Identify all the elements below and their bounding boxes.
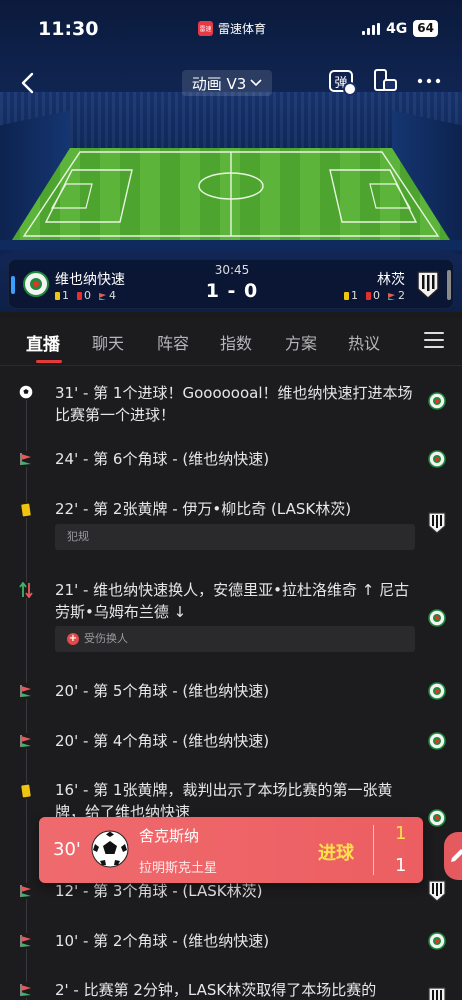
stadium-animation-header: 11:30 雷速 雷速体育 4G 64 动画 V3 弹 维也纳快速 1 0 4 … [0,0,462,312]
app-badge: 雷速 雷速体育 [198,20,266,37]
event-text: 10' - 第 2个角球 - (维也纳快速) [55,932,270,950]
away-team-logo-icon [428,512,446,534]
goal-notification-toast[interactable]: 30' 舍克斯纳 拉明斯克土星 进球 1 1 [39,817,423,883]
goal-minute: 30' [53,839,81,860]
pencil-icon [451,849,462,862]
corner-flag-icon [18,683,34,699]
event-text: 2' - 比赛第 2分钟，LASK林茨取得了本场比赛的 [55,981,377,999]
floating-edit-button[interactable] [444,832,462,880]
away-team-logo-icon [417,271,439,299]
corner-flag-icon [18,933,34,949]
event-text: 22' - 第 2张黄牌 - 伊万•柳比奇 (LASK林茨) [55,500,352,518]
tab-live[interactable]: 直播 [26,330,60,355]
toast-divider [373,825,374,875]
animation-version-label: 动画 V3 [191,74,247,93]
home-team-logo-icon [428,450,446,468]
football-pitch [0,140,462,250]
corner-flag-icon [18,883,34,899]
event-text: 12' - 第 3个角球 - (LASK林茨) [55,882,263,900]
goal-scorer: 舍克斯纳 [139,827,200,845]
live-event-timeline[interactable]: 31' - 第 1个进球！Gooooooal！维也纳快速打进本场比赛第一个进球！… [0,366,462,1000]
away-team-logo-icon [428,880,446,902]
event-text: 20' - 第 5个角球 - (维也纳快速) [55,682,270,700]
system-icons: 4G 64 [362,20,438,37]
red-card-icon [366,291,371,300]
away-corner-count: 2 [398,289,405,302]
status-bar: 11:30 雷速 雷速体育 4G 64 [0,0,462,54]
away-red-count: 0 [373,289,380,302]
yellow-card-icon [344,291,349,300]
goal-team: 拉明斯克土星 [139,861,218,876]
event-note: + 受伤换人 [55,626,415,652]
tab-hot-discussion[interactable]: 热议 [348,330,380,354]
screen-rotate-icon [374,69,397,91]
nav-actions: 弹 [328,68,442,96]
home-team-logo-icon [428,732,446,750]
tab-chat[interactable]: 聊天 [92,330,124,354]
tab-bar: 直播 聊天 阵容 指数 方案 热议 [0,318,462,366]
home-team-logo-icon [428,809,446,827]
substitution-icon [18,582,34,598]
more-options-button[interactable] [416,68,442,94]
chevron-down-icon [250,79,262,87]
goal-ball-icon [18,384,34,400]
corner-flag-icon [388,292,395,300]
more-dots-icon [417,78,441,84]
app-name: 雷速体育 [218,22,267,36]
back-icon[interactable] [18,70,38,96]
soccer-ball-icon [91,830,129,868]
signal-icon [362,22,381,35]
animation-version-select[interactable]: 动画 V3 [182,70,272,96]
event-text: 24' - 第 6个角球 - (维也纳快速) [55,450,270,468]
event-note-text: 受伤换人 [84,632,128,645]
goal-label: 进球 [318,843,354,864]
toast-score-top: 1 [395,823,407,844]
danmu-icon: 弹 [329,70,357,96]
event-text: 21' - 维也纳快速换人，安德里亚•拉杜洛维奇 ↑ 尼古劳斯•乌姆布兰德 ↓ [55,581,410,621]
yellow-card-icon [18,502,34,518]
active-tab-indicator [36,360,62,363]
injury-icon: + [67,633,79,645]
away-yellow-count: 1 [351,289,358,302]
event-note-text: 犯规 [67,530,89,543]
home-team-logo-icon [428,682,446,700]
app-logo: 雷速 [198,21,213,36]
match-scorebar[interactable]: 维也纳快速 1 0 4 30:45 1 - 0 林茨 1 0 2 [8,259,454,309]
home-team-logo-icon [428,392,446,410]
nav-row: 动画 V3 弹 [0,66,462,102]
home-team-logo-icon [428,609,446,627]
away-team-name: 林茨 [377,272,405,288]
toast-score-bottom: 1 [395,855,407,876]
screen-rotate-button[interactable] [372,68,398,94]
network-type: 4G [386,20,408,37]
danmu-toggle-button[interactable]: 弹 [328,68,357,96]
status-time: 11:30 [38,18,99,40]
menu-icon[interactable] [424,332,444,348]
away-team-logo-icon [428,987,446,1000]
event-text: 20' - 第 4个角球 - (维也纳快速) [55,732,270,750]
away-team-stats: 1 0 2 [344,289,405,302]
tab-plans[interactable]: 方案 [285,330,317,354]
corner-flag-icon [18,733,34,749]
corner-flag-icon [18,451,34,467]
home-team-logo-icon [428,932,446,950]
event-text: 31' - 第 1个进球！Gooooooal！维也纳快速打进本场比赛第一个进球！ [55,384,413,424]
tab-lineup[interactable]: 阵容 [157,330,189,354]
corner-flag-icon [18,982,34,998]
battery-icon: 64 [413,20,438,37]
tab-odds[interactable]: 指数 [220,330,252,354]
event-note: 犯规 [55,524,415,550]
yellow-card-icon [18,783,34,799]
